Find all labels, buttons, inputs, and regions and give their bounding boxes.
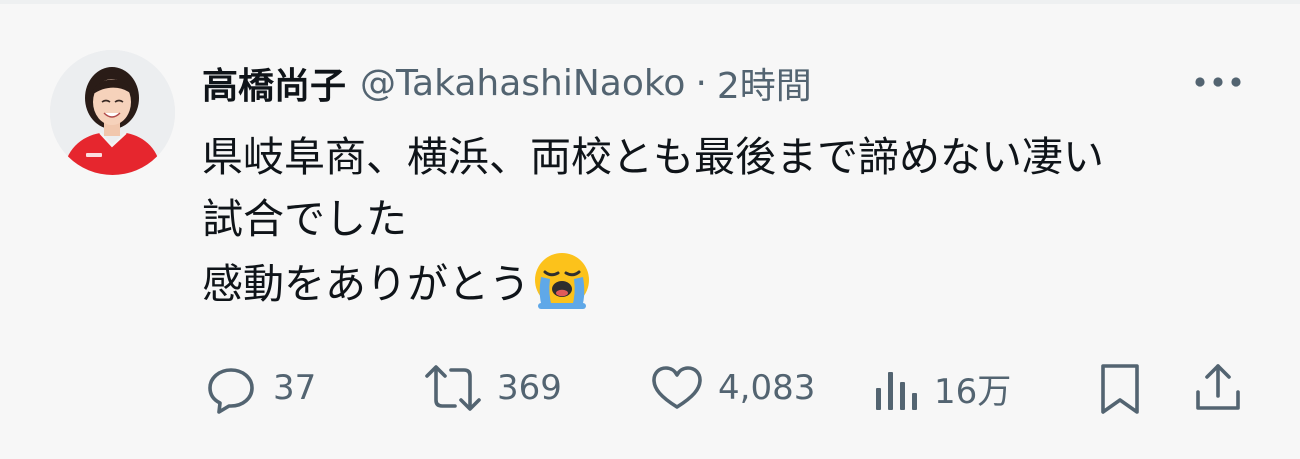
tweet-text-fragment: 感動をありがとう bbox=[202, 260, 530, 308]
avatar[interactable] bbox=[50, 50, 175, 175]
repost-button[interactable]: 369 bbox=[423, 360, 562, 416]
header-separator: · bbox=[695, 62, 707, 104]
author-display-name[interactable]: 高橋尚子 bbox=[202, 57, 346, 109]
like-icon bbox=[652, 366, 702, 409]
tweet-text-line: 試合でした bbox=[202, 195, 407, 243]
repost-count: 369 bbox=[497, 368, 562, 408]
bookmark-icon bbox=[1101, 364, 1139, 414]
more-options-button[interactable] bbox=[1190, 62, 1246, 102]
tweet-text: 県岐阜商、横浜、両校とも最後まで諦めない凄い 試合でした 感動をありがとう bbox=[202, 126, 1282, 315]
tweet-timestamp[interactable]: 2時間 bbox=[717, 57, 812, 109]
tweet-card[interactable]: 高橋尚子 @TakahashiNaoko · 2時間 県岐阜商、横浜、両校とも最… bbox=[0, 0, 1300, 459]
tweet-text-line: 県岐阜商、横浜、両校とも最後まで諦めない凄い bbox=[202, 133, 1104, 181]
tweet-header: 高橋尚子 @TakahashiNaoko · 2時間 bbox=[202, 58, 812, 108]
loudly-crying-face-emoji bbox=[535, 253, 589, 309]
like-button[interactable]: 4,083 bbox=[650, 360, 815, 416]
more-icon bbox=[1195, 77, 1241, 87]
reply-count: 37 bbox=[273, 368, 317, 408]
reply-icon bbox=[208, 368, 254, 414]
views-button[interactable]: 16万 bbox=[872, 360, 1011, 416]
reply-button[interactable]: 37 bbox=[203, 360, 316, 416]
avatar-photo bbox=[50, 50, 175, 175]
bookmark-button[interactable] bbox=[1094, 360, 1146, 416]
views-icon bbox=[876, 372, 917, 410]
repost-icon bbox=[425, 365, 481, 411]
tweet-text-line: 感動をありがとう bbox=[202, 250, 1282, 315]
view-count: 16万 bbox=[934, 371, 1012, 412]
like-count: 4,083 bbox=[718, 368, 816, 408]
share-icon bbox=[1196, 364, 1240, 410]
author-handle[interactable]: @TakahashiNaoko bbox=[360, 63, 685, 104]
share-button[interactable] bbox=[1190, 360, 1246, 416]
tweet-action-bar: 37 369 4,083 16万 bbox=[0, 360, 1300, 416]
